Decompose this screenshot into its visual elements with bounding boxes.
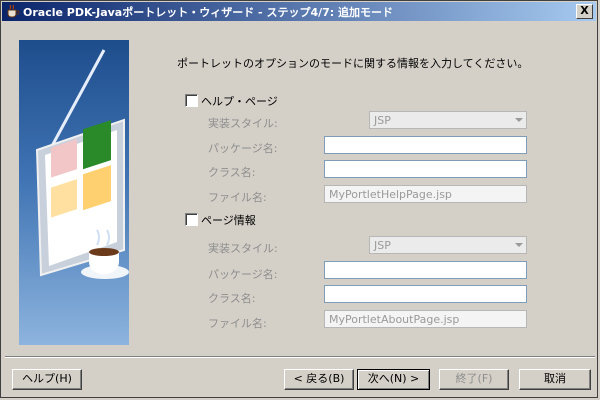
help-file-label: ファイル名: (208, 191, 267, 204)
help-class-label: クラス名: (208, 166, 256, 179)
help-class-input[interactable] (324, 160, 527, 178)
about-file-label: ファイル名: (208, 317, 267, 330)
help-impl-style-value: JSP (374, 114, 391, 127)
next-button[interactable]: 次へ(N) > (357, 369, 430, 390)
about-file-input[interactable]: MyPortletAboutPage.jsp (324, 310, 527, 328)
coffee-cup-icon (5, 4, 20, 19)
help-package-input[interactable] (324, 136, 527, 154)
help-file-value: MyPortletHelpPage.jsp (329, 188, 452, 201)
wizard-illustration (19, 40, 129, 345)
about-package-label: パッケージ名: (208, 268, 278, 281)
about-class-input[interactable] (324, 285, 527, 303)
title-bar[interactable]: Oracle PDK-Javaポートレット・ウィザード - ステップ4/7: 追… (2, 2, 596, 21)
cancel-button[interactable]: 取消 (519, 369, 591, 390)
help-package-label: パッケージ名: (208, 142, 278, 155)
close-button[interactable]: X (576, 4, 593, 19)
help-impl-style-label: 実装スタイル: (208, 117, 278, 130)
intro-text: ポートレットのオプションのモードに関する情報を入力してください。 (177, 57, 529, 70)
help-impl-style-select[interactable]: JSP (369, 111, 527, 129)
wizard-window: Oracle PDK-Javaポートレット・ウィザード - ステップ4/7: 追… (0, 0, 598, 398)
finish-button[interactable]: 終了(F) (439, 369, 509, 390)
about-page-checkbox-label: ページ情報 (201, 214, 256, 227)
back-button[interactable]: < 戻る(B) (284, 369, 354, 390)
about-page-checkbox-box[interactable] (185, 213, 198, 226)
button-separator (5, 356, 595, 358)
help-file-input[interactable]: MyPortletHelpPage.jsp (324, 185, 527, 203)
window-title: Oracle PDK-Javaポートレット・ウィザード - ステップ4/7: 追… (23, 6, 393, 19)
chevron-down-icon (515, 118, 523, 122)
about-file-value: MyPortletAboutPage.jsp (329, 313, 460, 326)
help-button[interactable]: ヘルプ(H) (12, 369, 82, 390)
about-impl-style-label: 実装スタイル: (208, 242, 278, 255)
about-impl-style-select[interactable]: JSP (369, 236, 527, 254)
help-page-checkbox-box[interactable] (185, 94, 198, 107)
help-page-checkbox-label: ヘルプ・ページ (201, 95, 278, 108)
about-page-checkbox[interactable]: ページ情報 (185, 212, 256, 228)
chevron-down-icon (515, 243, 523, 247)
help-page-checkbox[interactable]: ヘルプ・ページ (185, 93, 278, 109)
about-package-input[interactable] (324, 261, 527, 279)
about-impl-style-value: JSP (374, 239, 391, 252)
about-class-label: クラス名: (208, 292, 256, 305)
